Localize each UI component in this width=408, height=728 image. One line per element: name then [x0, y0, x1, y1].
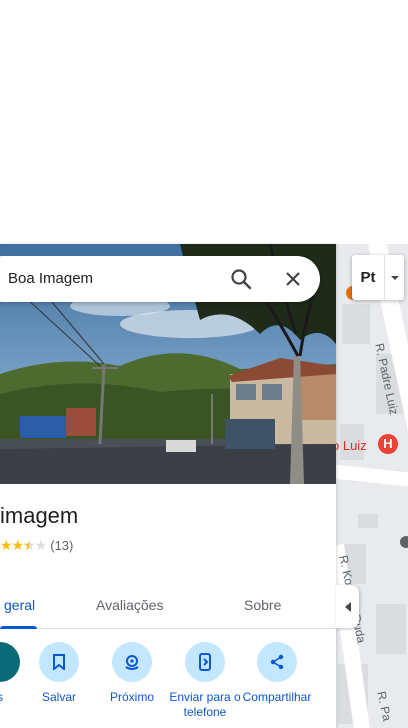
nearby-icon — [112, 642, 152, 682]
share-icon — [257, 642, 297, 682]
gray-poi-icon[interactable] — [400, 536, 408, 548]
street-label-pa: R. Pa — [374, 690, 395, 723]
tab-overview[interactable]: geral — [4, 597, 35, 613]
close-icon[interactable] — [282, 268, 304, 290]
map-layer-control[interactable]: Pt — [352, 255, 404, 300]
chevron-left-icon — [344, 601, 351, 612]
place-panel: imagem ★★★★★ (13) geral Avaliações Sobre… — [0, 244, 336, 728]
save-button[interactable]: Salvar — [22, 642, 96, 705]
search-input[interactable]: Boa Imagem — [8, 270, 93, 287]
tab-bar: geral Avaliações Sobre — [0, 583, 336, 629]
layer-button[interactable]: Pt — [352, 255, 384, 300]
active-tab-indicator — [0, 626, 37, 629]
tab-reviews[interactable]: Avaliações — [96, 597, 163, 613]
rating-stars: ★★★★★ — [0, 537, 47, 553]
rating-row[interactable]: ★★★★★ (13) — [0, 537, 73, 554]
search-bar[interactable]: Boa Imagem — [0, 256, 320, 302]
action-bar: s Salvar Próximo Enviar para o telefone … — [0, 642, 336, 728]
hospital-label[interactable]: o Luiz — [336, 438, 367, 453]
place-title: imagem — [0, 503, 79, 528]
review-count[interactable]: (13) — [50, 538, 73, 553]
share-button[interactable]: Compartilhar — [240, 642, 314, 705]
search-icon[interactable] — [230, 268, 252, 290]
tab-about[interactable]: Sobre — [244, 597, 281, 613]
hospital-icon[interactable]: H — [378, 434, 398, 454]
chevron-down-icon[interactable] — [384, 255, 404, 300]
bookmark-icon — [39, 642, 79, 682]
send-to-phone-icon — [185, 642, 225, 682]
send-to-phone-button[interactable]: Enviar para o telefone — [168, 642, 242, 720]
nearby-button[interactable]: Próximo — [95, 642, 169, 705]
collapse-panel-button[interactable] — [336, 585, 359, 628]
map-view[interactable]: o Luiz H R. Padre Luiz R. Kotlh W Duda R… — [336, 244, 408, 728]
directions-icon — [0, 642, 20, 682]
